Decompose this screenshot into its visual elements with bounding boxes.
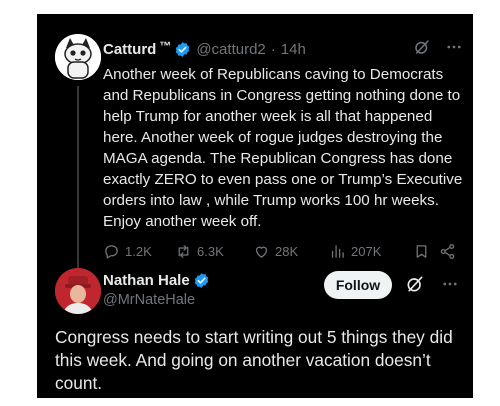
bookmark-icon xyxy=(416,244,427,258)
tweet-header: Catturd ™ @catturd2 · 14h xyxy=(103,38,463,60)
grok-icon[interactable] xyxy=(405,274,425,294)
tweet-card: Catturd ™ @catturd2 · 14h Another week o… xyxy=(37,14,473,398)
like-icon xyxy=(255,246,268,258)
grok-icon[interactable] xyxy=(413,38,431,56)
trademark-symbol: ™ xyxy=(159,39,172,53)
reply-header: Nathan Hale xyxy=(103,272,210,289)
reply-author-name[interactable]: Nathan Hale xyxy=(103,272,190,289)
reply-header-actions xyxy=(405,274,459,294)
like-count: 28K xyxy=(275,243,299,259)
views-button[interactable]: 207K xyxy=(329,243,413,260)
repost-icon xyxy=(178,244,189,258)
author-name[interactable]: Catturd xyxy=(103,41,156,58)
reply-author-handle[interactable]: @MrNateHale xyxy=(103,292,195,308)
cat-avatar-icon xyxy=(55,34,101,80)
share-icon xyxy=(440,243,455,259)
more-icon[interactable] xyxy=(441,275,459,293)
like-button[interactable]: 28K xyxy=(253,243,329,260)
author-handle[interactable]: @catturd2 xyxy=(196,41,265,58)
tweet-time[interactable]: 14h xyxy=(281,41,306,58)
thread-line xyxy=(77,86,79,276)
views-icon xyxy=(331,244,344,258)
repost-count: 6.3K xyxy=(197,243,224,259)
view-count: 207K xyxy=(351,243,382,259)
reply-button[interactable]: 1.2K xyxy=(103,243,175,260)
verified-badge-icon[interactable] xyxy=(174,41,191,58)
nathan-hale-avatar[interactable] xyxy=(55,268,101,314)
header-actions xyxy=(413,38,463,56)
reply-text: Congress needs to start writing out 5 th… xyxy=(55,327,453,393)
verified-badge-icon[interactable] xyxy=(193,272,210,289)
follow-button[interactable]: Follow xyxy=(324,271,392,299)
repost-button[interactable]: 6.3K xyxy=(175,243,253,260)
person-avatar-icon xyxy=(55,268,101,314)
tweet-actions: 1.2K 6.3K 28K 207K xyxy=(103,240,463,262)
separator-dot: · xyxy=(270,40,276,58)
reply-icon xyxy=(105,244,118,259)
more-icon[interactable] xyxy=(445,38,463,56)
bookmark-button[interactable] xyxy=(413,243,439,260)
catturd-avatar[interactable] xyxy=(55,34,101,80)
share-button[interactable] xyxy=(439,243,463,260)
reply-count: 1.2K xyxy=(125,243,152,259)
tweet-text: Another week of Republicans caving to De… xyxy=(103,66,463,230)
